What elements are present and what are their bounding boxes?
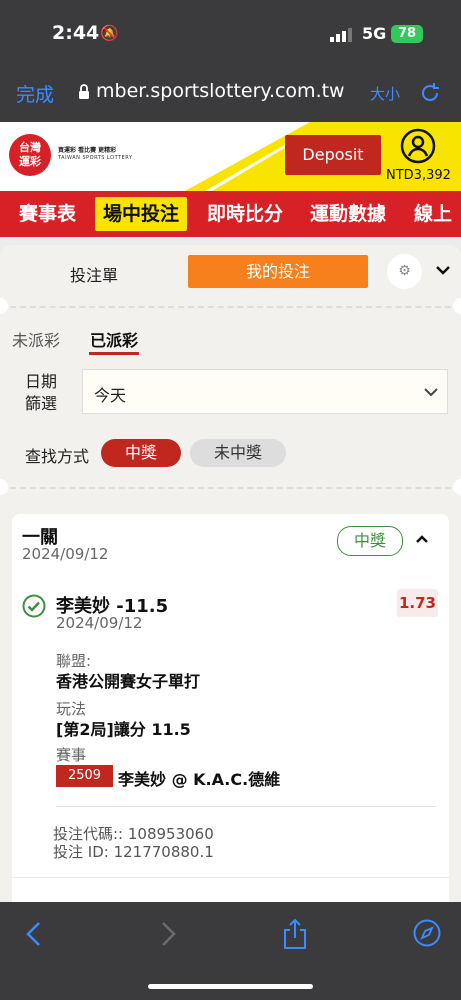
divider <box>10 487 451 489</box>
url-text[interactable]: mber.sportslottery.com.tw <box>96 80 361 102</box>
nav-item-schedule[interactable]: 賽事表 <box>19 191 76 237</box>
nav-item-live-score[interactable]: 即時比分 <box>207 191 283 237</box>
nav-item-sports-data[interactable]: 運動數據 <box>310 191 386 237</box>
bet-id: 投注 ID: 121770880.1 <box>53 843 214 861</box>
bell-muted-icon: 🔕 <box>100 24 119 42</box>
compass-icon[interactable] <box>412 918 442 948</box>
main-nav: 賽事表 場中投注 即時比分 運動數據 線上 <box>0 191 461 237</box>
event-name: 李美妙 @ K.A.C.德維 <box>118 770 281 789</box>
league-value: 香港公開賽女子單打 <box>56 672 201 691</box>
active-subtab-indicator <box>89 352 139 355</box>
text-size-button[interactable]: 大小 <box>370 83 400 104</box>
signal-icon <box>330 28 352 42</box>
account-icon[interactable] <box>400 128 436 164</box>
bet-date: 2024/09/12 <box>22 545 109 563</box>
tab-my-bets[interactable]: 我的投注 <box>188 255 368 288</box>
reload-icon[interactable] <box>418 81 442 105</box>
market-value: [第2局]讓分 11.5 <box>56 720 191 739</box>
divider <box>56 806 436 807</box>
result-badge: 中獎 <box>337 526 403 556</box>
nav-item-live-betting[interactable]: 場中投注 <box>95 197 188 231</box>
network-type: 5G <box>362 24 387 43</box>
filter-win-button[interactable]: 中獎 <box>101 439 181 467</box>
status-time: 2:44 <box>52 22 100 44</box>
deposit-button[interactable]: Deposit <box>285 135 381 175</box>
balance-text: NTD3,392 <box>386 168 451 183</box>
odds-badge: 1.73 <box>397 589 438 617</box>
logo-subline: TAIWAN SPORTS LOTTERY <box>58 155 133 161</box>
subtab-unsettled[interactable]: 未派彩 <box>12 327 60 351</box>
done-button[interactable]: 完成 <box>16 80 54 107</box>
battery-indicator: 78 <box>391 25 423 43</box>
search-method-label: 查找方式 <box>25 447 90 466</box>
date-filter-label: 日期 篩選 <box>25 372 58 413</box>
tab-bet-slip[interactable]: 投注單 <box>70 262 118 286</box>
date-filter-select[interactable] <box>82 369 448 414</box>
home-indicator <box>148 984 313 989</box>
share-icon[interactable] <box>282 918 308 950</box>
filter-lose-button[interactable]: 未中獎 <box>190 439 286 467</box>
site-logo[interactable]: 台灣 運彩 <box>9 134 51 176</box>
selection-date: 2024/09/12 <box>56 614 143 632</box>
chevron-down-icon[interactable] <box>435 264 451 276</box>
date-filter-value: 今天 <box>94 386 127 405</box>
divider <box>10 306 451 308</box>
divider <box>12 877 449 878</box>
event-label: 賽事 <box>56 746 87 764</box>
event-code-badge: 2509 <box>56 765 113 787</box>
nav-item-online[interactable]: 線上 <box>414 191 452 237</box>
chevron-down-icon <box>424 388 438 397</box>
gear-icon[interactable]: ⚙ <box>387 254 422 289</box>
logo-tagline: 買運彩 看比賽 更精彩 <box>58 147 117 154</box>
back-icon[interactable] <box>24 920 44 948</box>
forward-icon[interactable] <box>158 920 178 948</box>
check-circle-icon <box>22 594 46 618</box>
lock-icon <box>79 84 89 99</box>
chevron-up-icon[interactable] <box>414 533 430 545</box>
subtab-settled[interactable]: 已派彩 <box>90 327 138 351</box>
